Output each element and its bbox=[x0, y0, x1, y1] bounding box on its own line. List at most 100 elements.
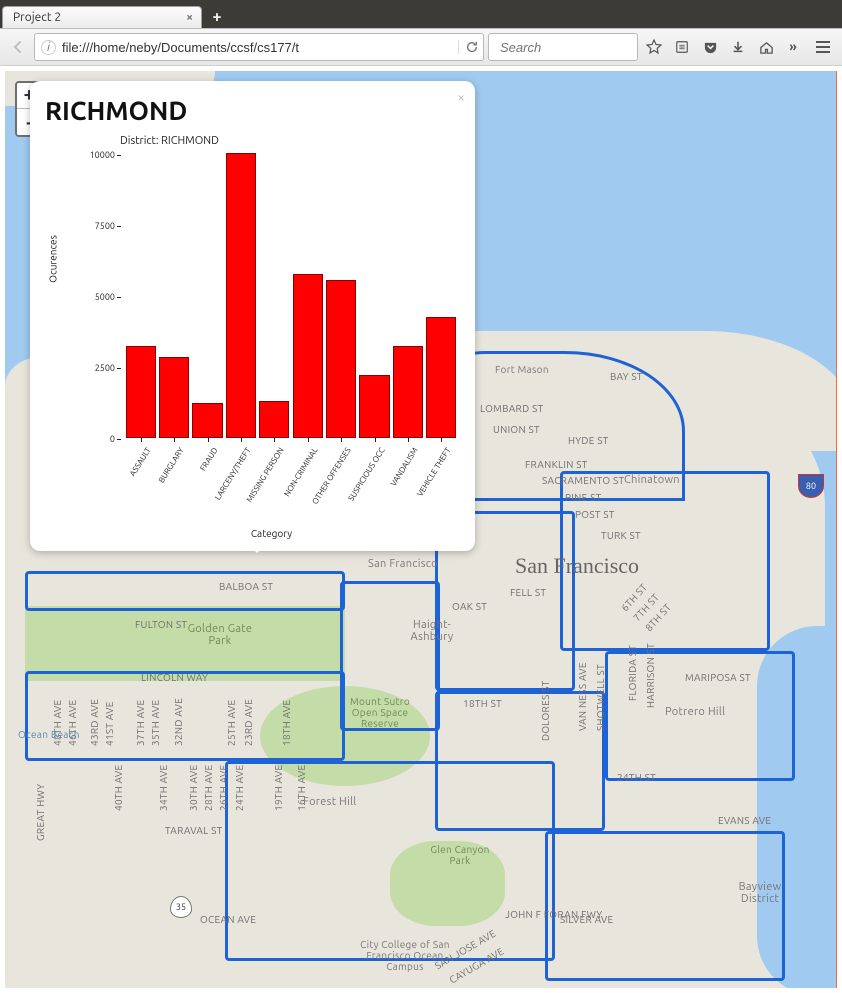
back-button[interactable] bbox=[6, 35, 30, 59]
chart-ytick: 5000 bbox=[87, 292, 115, 302]
map-label: 26TH AVE bbox=[218, 765, 229, 811]
map-label: 28TH AVE bbox=[203, 765, 214, 811]
browser-toolbar: i » bbox=[0, 28, 842, 66]
map-label-city: San Francisco bbox=[515, 553, 639, 579]
map-label: POST ST bbox=[575, 509, 615, 520]
map-label: 34TH AVE bbox=[158, 765, 169, 811]
map-poi: Haight-Ashbury bbox=[407, 619, 457, 643]
chart-ytick: 7500 bbox=[87, 221, 115, 231]
new-tab-button[interactable]: + bbox=[206, 8, 228, 26]
map-label: FRANKLIN ST bbox=[525, 459, 588, 470]
map-label: 18TH AVE bbox=[281, 700, 292, 746]
map-label: LINCOLN WAY bbox=[141, 672, 208, 683]
map-label: TURK ST bbox=[601, 530, 641, 541]
map-label: FELL ST bbox=[510, 587, 546, 598]
map-poi: Fort Mason bbox=[495, 364, 549, 375]
map-label: VAN NESS AVE bbox=[577, 662, 588, 731]
map-label: LOMBARD ST bbox=[480, 403, 543, 414]
chart-xlabel: Category bbox=[83, 528, 460, 539]
bar-chart: Ocurences ASSAULTBURGLARYFRAUDLARCENY/TH… bbox=[83, 151, 460, 451]
chart-bar bbox=[159, 357, 189, 438]
map-label: 19TH AVE bbox=[273, 765, 284, 811]
reload-button[interactable] bbox=[458, 40, 479, 54]
url-input[interactable] bbox=[62, 40, 452, 55]
map-label: UNION ST bbox=[493, 424, 540, 435]
map-label: GREAT HWY bbox=[35, 784, 46, 841]
chart-bar bbox=[126, 346, 156, 438]
map-popup: × RICHMOND District: RICHMOND Ocurences … bbox=[30, 81, 475, 551]
popup-close-icon[interactable]: × bbox=[457, 89, 465, 105]
page-viewport: San Francisco BAY ST LOMBARD ST UNION ST… bbox=[0, 66, 842, 993]
url-bar[interactable]: i bbox=[34, 33, 484, 61]
map-poi: San Francisco bbox=[368, 558, 438, 570]
map-label: HYDE ST bbox=[568, 435, 609, 446]
chart-bar bbox=[259, 401, 289, 438]
map-label: HARRISON ST bbox=[645, 643, 656, 708]
map-label: MARIPOSA ST bbox=[685, 672, 751, 683]
bookmark-star-icon[interactable] bbox=[642, 35, 666, 59]
chart-bar bbox=[359, 375, 389, 438]
map-label: 40TH AVE bbox=[113, 765, 124, 811]
chart-bar bbox=[192, 403, 222, 438]
map-label: OAK ST bbox=[452, 601, 487, 612]
popup-title: RICHMOND bbox=[45, 96, 460, 125]
map-poi: Mount Sutro Open Space Reserve bbox=[340, 696, 420, 729]
map-label: 41ST AVE bbox=[104, 701, 115, 746]
chart-bar bbox=[326, 280, 356, 438]
map-poi: Chinatown bbox=[624, 474, 680, 486]
map-label: 18TH ST bbox=[463, 698, 502, 709]
browser-tabstrip: Project 2 × + bbox=[0, 0, 842, 28]
route-shield-icon: 35 bbox=[170, 896, 192, 918]
map-label: PINE ST bbox=[565, 492, 601, 503]
chart-bar bbox=[426, 317, 456, 438]
chart-bar bbox=[293, 274, 323, 438]
map-label: FLORIDA ST bbox=[627, 645, 638, 701]
map-label: 37TH AVE bbox=[135, 700, 146, 746]
chart-bar bbox=[393, 346, 423, 438]
identity-icon[interactable]: i bbox=[41, 40, 56, 55]
map-label: BALBOA ST bbox=[219, 581, 273, 592]
scrollbar[interactable] bbox=[836, 71, 837, 988]
leaflet-map[interactable]: San Francisco BAY ST LOMBARD ST UNION ST… bbox=[5, 71, 837, 988]
map-poi: Golden Gate Park bbox=[180, 623, 260, 647]
map-label: 25TH AVE bbox=[226, 700, 237, 746]
map-label: JOHN F FORAN FWY bbox=[505, 909, 602, 920]
map-label: OCEAN AVE bbox=[200, 914, 256, 925]
chart-title: District: RICHMOND bbox=[120, 135, 460, 147]
map-label: DOLORES ST bbox=[540, 680, 551, 741]
hamburger-menu-icon[interactable] bbox=[810, 34, 836, 60]
chart-ylabel: Ocurences bbox=[48, 235, 59, 283]
chart-ytick: 10000 bbox=[87, 150, 115, 160]
map-label: 35TH AVE bbox=[150, 700, 161, 746]
map-label: 24TH AVE bbox=[234, 765, 245, 811]
map-label: BAY ST bbox=[610, 371, 643, 382]
tab-title: Project 2 bbox=[13, 11, 61, 24]
map-poi: Forest Hill bbox=[303, 796, 356, 808]
browser-tab[interactable]: Project 2 × bbox=[2, 6, 202, 28]
overflow-icon[interactable]: » bbox=[782, 36, 804, 58]
reading-list-icon[interactable] bbox=[670, 35, 694, 59]
map-label: 24TH ST bbox=[617, 772, 656, 783]
chart-ytick: 2500 bbox=[87, 363, 115, 373]
map-label: 30TH AVE bbox=[188, 765, 199, 811]
interstate-shield-icon: 80 bbox=[798, 474, 824, 498]
map-poi: Bayview District bbox=[730, 881, 790, 905]
map-poi: Ocean Beach bbox=[18, 729, 80, 740]
search-bar[interactable] bbox=[488, 33, 638, 61]
map-poi: Potrero Hill bbox=[665, 706, 725, 718]
chart-bar bbox=[226, 153, 256, 438]
home-icon[interactable] bbox=[754, 35, 778, 59]
map-label: SACRAMENTO ST bbox=[542, 475, 624, 486]
map-label: TARAVAL ST bbox=[165, 825, 223, 836]
chart-ytick: 0 bbox=[87, 434, 115, 444]
tab-close-icon[interactable]: × bbox=[186, 11, 193, 24]
downloads-icon[interactable] bbox=[726, 35, 750, 59]
map-label: 23RD AVE bbox=[243, 699, 254, 746]
map-label: 32ND AVE bbox=[173, 698, 184, 746]
map-poi: Glen Canyon Park bbox=[420, 844, 500, 866]
map-label: SHOTWELL ST bbox=[595, 664, 606, 731]
map-label: EVANS AVE bbox=[718, 815, 771, 826]
pocket-icon[interactable] bbox=[698, 35, 722, 59]
map-poi: City College of San Francisco Ocean Camp… bbox=[360, 939, 450, 972]
map-label: 43RD AVE bbox=[89, 699, 100, 746]
